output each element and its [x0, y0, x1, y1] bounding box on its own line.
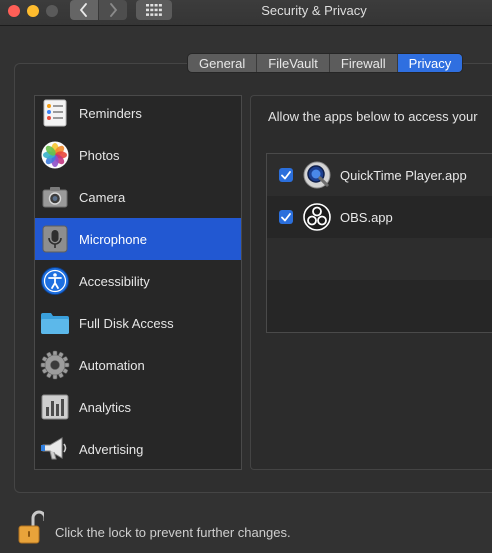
analytics-icon: [40, 392, 70, 422]
tab-general[interactable]: General: [188, 54, 258, 72]
window-title: Security & Privacy: [261, 3, 367, 18]
sidebar-item-advertising[interactable]: Advertising: [35, 428, 241, 469]
reminders-icon: [40, 98, 70, 128]
sidebar-item-label: Reminders: [79, 105, 142, 121]
checkmark-icon: [281, 170, 291, 179]
quicktime-icon: [302, 160, 332, 190]
tab-bar: General FileVault Firewall Privacy: [188, 54, 463, 72]
sidebar-item-reminders[interactable]: Reminders: [35, 96, 241, 134]
checkmark-icon: [281, 212, 291, 221]
sidebar-item-label: Microphone: [79, 231, 147, 247]
sidebar-item-label: Full Disk Access: [79, 315, 174, 331]
accessibility-icon: [40, 266, 70, 296]
gear-icon: [40, 350, 70, 380]
camera-icon: [40, 182, 70, 212]
folder-icon: [40, 308, 70, 338]
title-bar: Security & Privacy: [0, 0, 492, 26]
privacy-category-list[interactable]: Reminders Photos Camera Microphone Acces…: [34, 95, 242, 470]
sidebar-item-photos[interactable]: Photos: [35, 134, 241, 176]
megaphone-icon: [40, 434, 70, 464]
quicktime-permission-checkbox[interactable]: [279, 168, 293, 182]
sidebar-item-microphone[interactable]: Microphone: [35, 218, 241, 260]
app-name: QuickTime Player.app: [340, 167, 467, 183]
photos-icon: [40, 140, 70, 170]
microphone-icon: [40, 224, 70, 254]
sidebar-item-label: Analytics: [79, 399, 132, 415]
panel-description: Allow the apps below to access your: [268, 109, 478, 124]
sidebar-item-label: Advertising: [79, 441, 144, 457]
tab-firewall[interactable]: Firewall: [330, 54, 398, 72]
sidebar-item-label: Camera: [79, 189, 126, 205]
sidebar-item-full-disk-access[interactable]: Full Disk Access: [35, 302, 241, 344]
sidebar-item-label: Photos: [79, 147, 120, 163]
app-row-obs[interactable]: OBS.app: [267, 196, 492, 238]
app-permission-list[interactable]: QuickTime Player.app OBS.app: [266, 153, 492, 333]
sidebar-item-automation[interactable]: Automation: [35, 344, 241, 386]
obs-icon: [302, 202, 332, 232]
sidebar-item-analytics[interactable]: Analytics: [35, 386, 241, 428]
app-row-quicktime[interactable]: QuickTime Player.app: [267, 154, 492, 196]
empty-row: [267, 280, 492, 322]
sidebar-item-accessibility[interactable]: Accessibility: [35, 260, 241, 302]
sidebar-item-label: Accessibility: [79, 273, 150, 289]
tab-filevault[interactable]: FileVault: [257, 54, 330, 72]
obs-permission-checkbox[interactable]: [279, 210, 293, 224]
sidebar-item-label: Automation: [79, 357, 145, 373]
lock-icon[interactable]: [18, 510, 47, 546]
preferences-window: Security & Privacy General FileVault Fir…: [0, 0, 492, 553]
empty-row: [267, 238, 492, 280]
lock-hint-text: Click the lock to prevent further change…: [55, 525, 291, 540]
tab-privacy[interactable]: Privacy: [397, 54, 463, 72]
sidebar-item-camera[interactable]: Camera: [35, 176, 241, 218]
app-name: OBS.app: [340, 209, 393, 225]
